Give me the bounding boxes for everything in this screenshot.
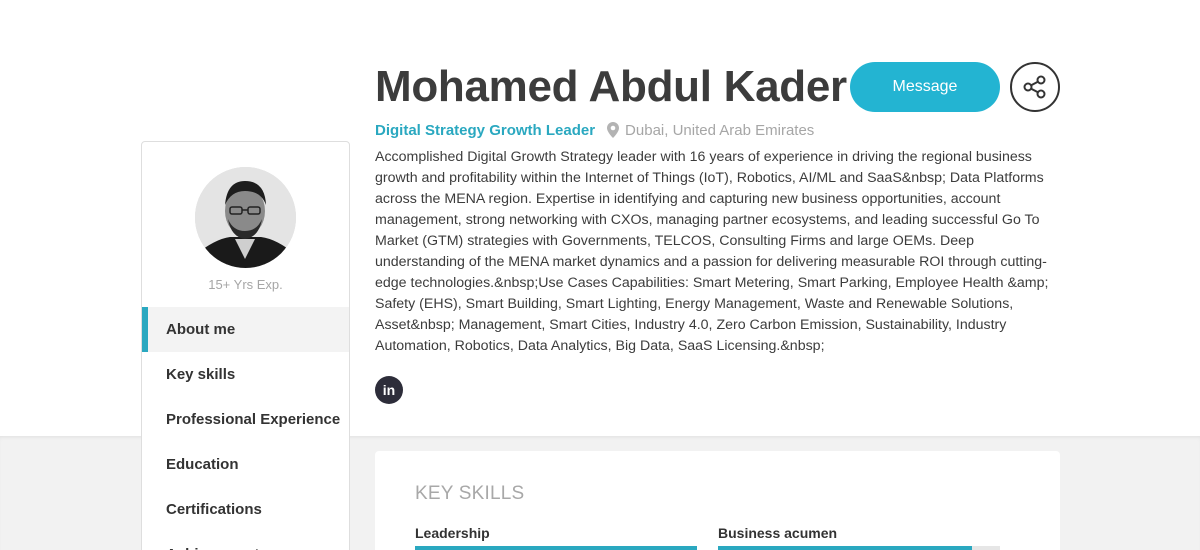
sidebar-item-education[interactable]: Education [142, 442, 349, 487]
sidebar-item-about-me[interactable]: About me [142, 307, 349, 352]
profile-bio: Accomplished Digital Growth Strategy lea… [375, 149, 1049, 354]
location-text: Dubai, United Arab Emirates [625, 121, 815, 139]
skill-bar [415, 546, 697, 550]
title-row: Digital Strategy Growth Leader Dubai, Un… [375, 120, 814, 140]
job-title: Digital Strategy Growth Leader [375, 121, 596, 139]
share-button[interactable] [1010, 62, 1060, 112]
sidebar-item-achievements[interactable]: Achievements [142, 532, 349, 550]
key-skills-heading: KEY SKILLS [415, 483, 525, 504]
sidebar-item-key-skills[interactable]: Key skills [142, 352, 349, 397]
sidebar-item-certifications[interactable]: Certifications [142, 487, 349, 532]
linkedin-icon[interactable]: in [375, 376, 403, 404]
location-pin-icon [607, 122, 620, 138]
message-button[interactable]: Message [850, 62, 1000, 112]
profile-card: 15+ Yrs Exp. About me Key skills Profess… [141, 141, 350, 550]
skill-bar-fill [415, 546, 697, 550]
skill-bar [718, 546, 1000, 550]
skill-label: Leadership [415, 525, 490, 541]
sidebar-nav: About me Key skills Professional Experie… [142, 307, 349, 550]
sidebar-item-professional-experience[interactable]: Professional Experience [142, 397, 349, 442]
avatar [195, 167, 296, 268]
profile-name: Mohamed Abdul Kader S [375, 62, 888, 111]
experience-label: 15+ Yrs Exp. [208, 277, 283, 292]
skill-item: Leadership [415, 525, 697, 550]
key-skills-card: KEY SKILLS Leadership Business acumen [375, 451, 1060, 550]
skill-bar-fill [718, 546, 972, 550]
share-icon [1022, 74, 1048, 100]
skill-item: Business acumen [718, 525, 1000, 550]
skill-label: Business acumen [718, 525, 838, 541]
